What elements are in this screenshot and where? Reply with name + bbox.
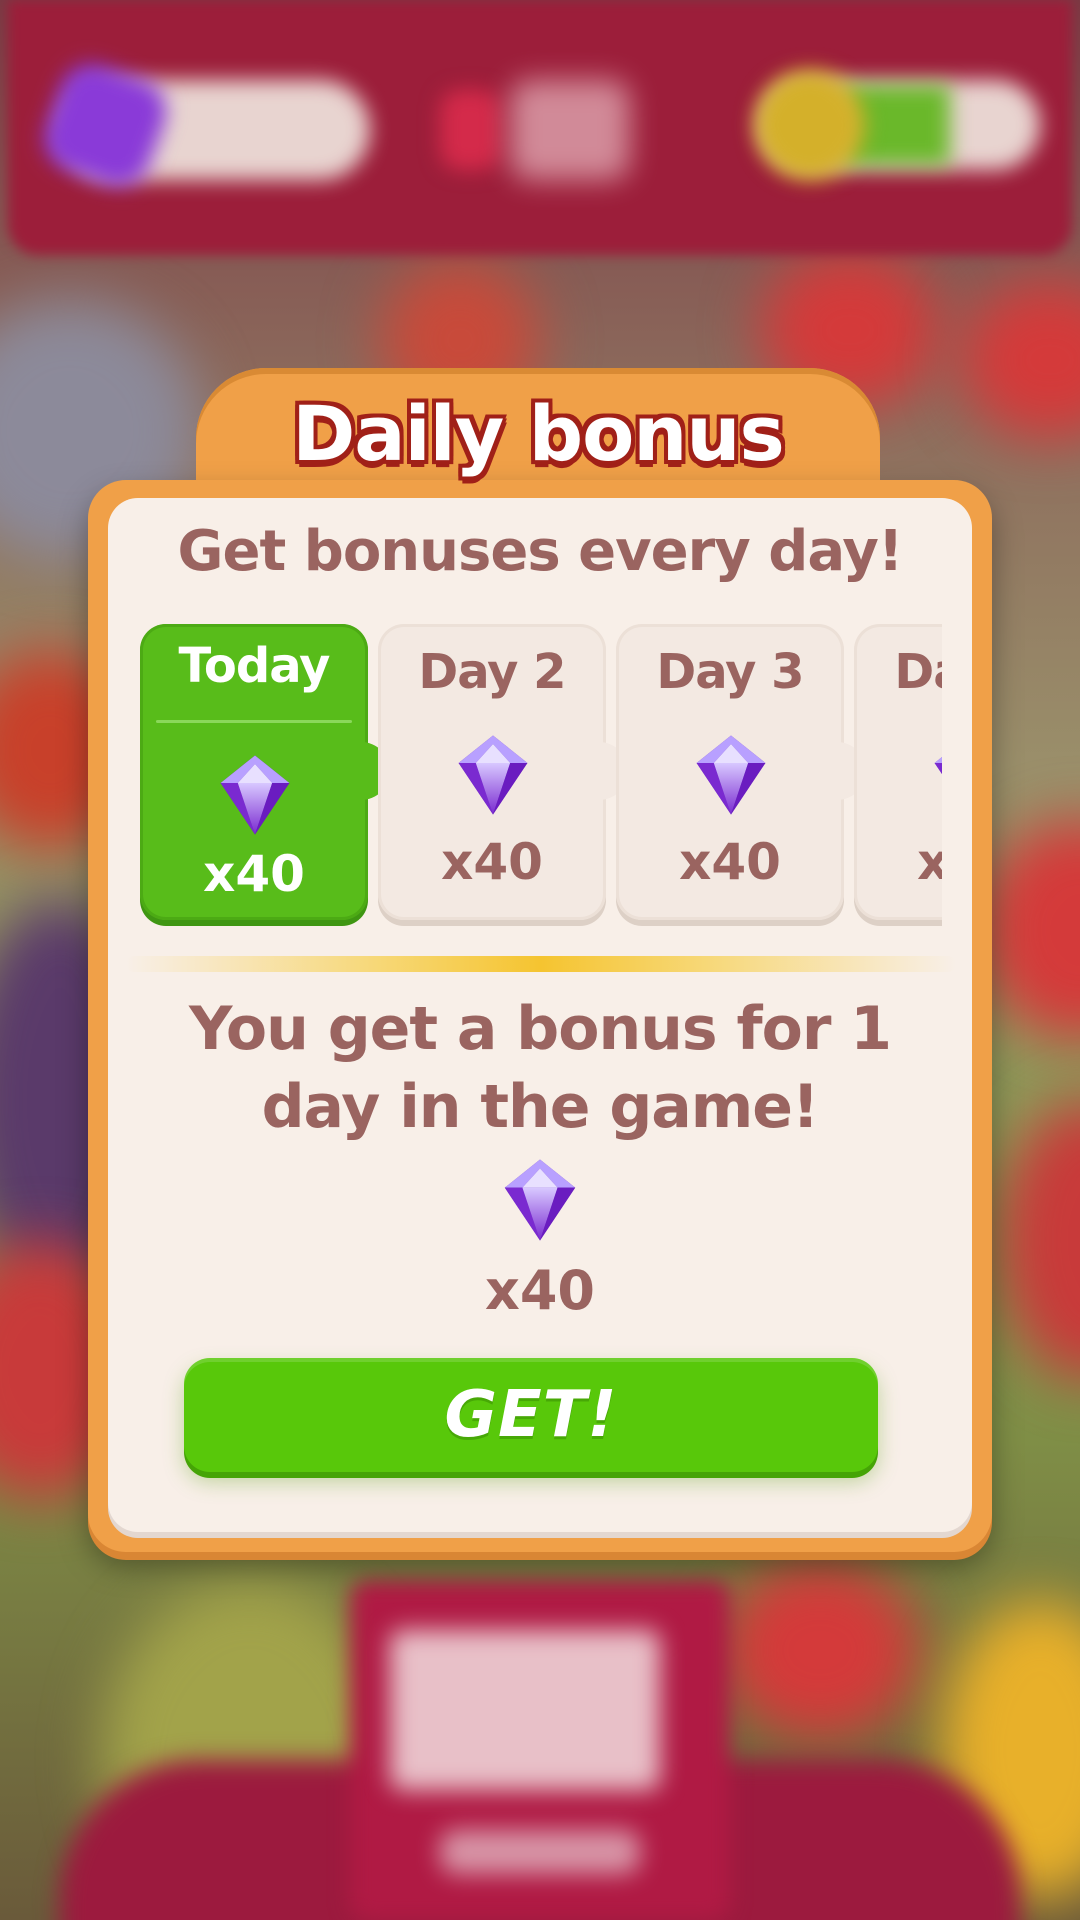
gem-icon (504, 1159, 576, 1241)
day-card-3: Day 3 x40 (616, 624, 866, 920)
day-label: Today (178, 638, 331, 694)
hud-heart-icon (440, 90, 500, 170)
gem-icon (458, 735, 528, 815)
gem-icon (220, 755, 290, 835)
get-button[interactable]: GET! (184, 1358, 878, 1472)
day-amount: x40 (441, 833, 543, 891)
hud-star-icon (755, 70, 865, 180)
gem-icon (934, 757, 942, 775)
play-sign (390, 1630, 660, 1790)
day-card-4: Day 4 x40 (854, 624, 942, 920)
day-cards-strip[interactable]: Today x40 Day 2 x40 Day 3 x40 D x (136, 620, 942, 926)
dialog-subtitle: Get bonuses every day! (177, 519, 904, 584)
hud-lives (510, 80, 630, 180)
day-label: Day 3 (656, 644, 804, 700)
section-divider (126, 956, 956, 972)
play-sign-text (440, 1830, 640, 1874)
gem-icon (696, 735, 766, 815)
day-label: Day 2 (418, 644, 566, 700)
bonus-amount: x40 (485, 1259, 595, 1322)
day-card-2: Day 2 x40 (378, 624, 628, 920)
day-card-today: Today x40 (140, 624, 390, 920)
bonus-message: You get a bonus for 1 day in the game! (188, 994, 892, 1142)
today-divider (156, 720, 352, 723)
dialog-title: Daily bonus (292, 389, 785, 478)
get-button-label: GET! (444, 1378, 618, 1452)
day-amount: x40 (917, 833, 942, 891)
day-amount: x40 (203, 845, 305, 903)
day-amount: x40 (679, 833, 781, 891)
day-label: Day 4 (894, 644, 942, 700)
